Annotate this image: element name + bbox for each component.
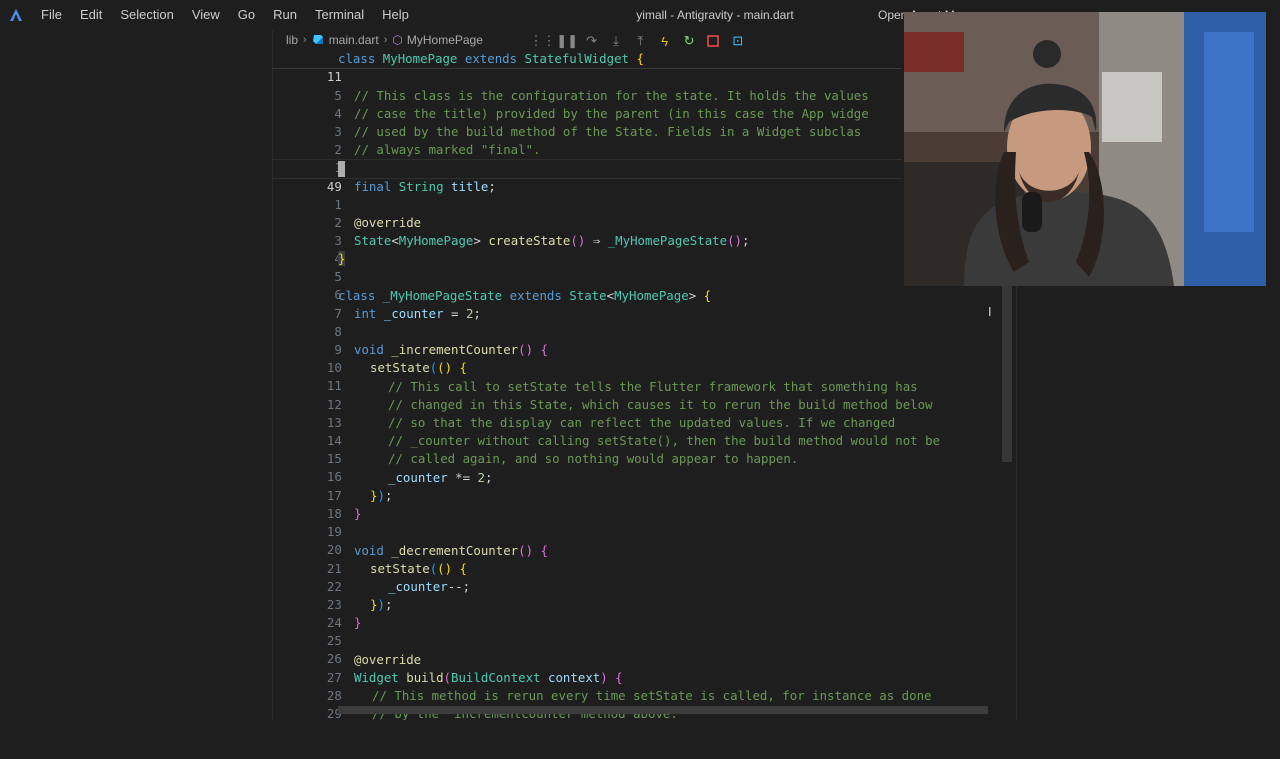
code-line[interactable]: 4 State<MyHomePage> createState() ⇒ _MyH… [272, 232, 1002, 266]
breadcrumb-folder[interactable]: lib [286, 33, 298, 47]
antigravity-logo-icon [0, 0, 32, 30]
code-line[interactable]: 13 // changed in this State, which cause… [272, 396, 1002, 430]
menu-help[interactable]: Help [373, 0, 418, 30]
menu-terminal[interactable]: Terminal [306, 0, 373, 30]
horizontal-scrollbar[interactable] [338, 706, 988, 714]
menu-view[interactable]: View [183, 0, 229, 30]
restart-icon[interactable]: ↻ [677, 30, 701, 52]
menu-edit[interactable]: Edit [71, 0, 111, 30]
code-line[interactable]: 15 // _counter without calling setState(… [272, 432, 1002, 466]
code-line[interactable]: 5 } [272, 250, 1002, 284]
step-into-icon[interactable]: ⤓ [604, 30, 628, 52]
menu-selection[interactable]: Selection [111, 0, 182, 30]
code-line[interactable]: 16 // called again, and so nothing would… [272, 450, 1002, 484]
menu-run[interactable]: Run [264, 0, 306, 30]
menu-bar: File Edit Selection View Go Run Terminal… [32, 0, 418, 30]
code-line[interactable]: 17 _counter *= 2; [272, 469, 1002, 503]
code-line[interactable]: 22 setState(() { [272, 560, 1002, 594]
step-over-icon[interactable]: ↷ [579, 30, 603, 52]
debug-toolbar: ⋮⋮ ❚❚ ↷ ⤓ ⤒ ϟ ↻ ⊡ [530, 30, 750, 52]
code-line[interactable]: 1 // always marked "final". [272, 141, 1002, 175]
code-line-current[interactable]: 49 [272, 160, 1002, 194]
code-line[interactable]: 8 int _counter = 2; [272, 305, 1002, 339]
menu-go[interactable]: Go [229, 0, 264, 30]
code-line[interactable]: 14 // so that the display can reflect th… [272, 414, 1002, 448]
left-panel [0, 30, 273, 720]
code-line[interactable]: 4 // This class is the configuration for… [272, 87, 1002, 121]
code-line[interactable]: 3 @override [272, 214, 1002, 248]
hot-reload-icon[interactable]: ϟ [653, 30, 677, 52]
menu-file[interactable]: File [32, 0, 71, 30]
class-symbol-icon: ⬡ [392, 33, 403, 47]
code-line[interactable]: 20 [272, 523, 1002, 557]
chevron-right-icon: › [303, 34, 307, 46]
code-line[interactable]: 19 } [272, 505, 1002, 539]
code-line[interactable]: 2 // used by the build method of the Sta… [272, 123, 1002, 157]
sticky-scroll-line[interactable]: 11 class MyHomePage extends StatefulWidg… [272, 50, 1002, 84]
window-title: yimall - Antigravity - main.dart [636, 8, 794, 22]
code-line[interactable]: 29 // This method is rerun every time se… [272, 687, 1002, 721]
code-line[interactable]: 18 }); [272, 487, 1002, 521]
inspect-widget-icon[interactable]: ⊡ [726, 30, 750, 52]
right-panel [1016, 286, 1280, 720]
text-cursor [338, 161, 345, 177]
step-out-icon[interactable]: ⤒ [628, 30, 652, 52]
breadcrumb-symbol[interactable]: MyHomePage [407, 33, 483, 47]
code-line[interactable]: 21 void _decrementCounter() { [272, 542, 1002, 576]
dart-file-icon [312, 34, 324, 46]
code-line[interactable]: 25 } [272, 614, 1002, 648]
mouse-ibeam-cursor-icon: I [988, 305, 992, 319]
scrollbar-thumb[interactable] [1002, 286, 1012, 462]
code-line[interactable]: 6 [272, 268, 1002, 302]
code-line[interactable]: 28 Widget build(BuildContext context) { [272, 669, 1002, 703]
code-line[interactable]: 27 @override [272, 651, 1002, 685]
breadcrumb-file[interactable]: main.dart [329, 33, 379, 47]
code-line[interactable]: 24 }); [272, 596, 1002, 630]
pause-icon[interactable]: ❚❚ [555, 30, 579, 52]
code-line[interactable]: 10 void _incrementCounter() { [272, 341, 1002, 375]
code-line[interactable]: 3 // case the title) provided by the par… [272, 105, 1002, 139]
webcam-overlay [904, 12, 1266, 286]
code-line[interactable]: 11 setState(() { [272, 359, 1002, 393]
stop-icon[interactable] [701, 30, 725, 52]
code-line[interactable]: 7 class _MyHomePageState extends State<M… [272, 287, 1002, 321]
code-line[interactable]: 23 _counter--; [272, 578, 1002, 612]
code-line[interactable]: 2 [272, 196, 1002, 230]
code-line[interactable]: 1 final String title; [272, 178, 1002, 212]
code-line[interactable]: 26 [272, 632, 1002, 666]
chevron-right-icon: › [383, 34, 388, 46]
drag-handle-icon[interactable]: ⋮⋮ [530, 30, 556, 52]
webcam-person-image [904, 12, 1266, 286]
code-line[interactable]: 5 [272, 69, 1002, 103]
code-line[interactable]: 9 [272, 323, 1002, 357]
code-line[interactable]: 12 // This call to setState tells the Fl… [272, 378, 1002, 412]
